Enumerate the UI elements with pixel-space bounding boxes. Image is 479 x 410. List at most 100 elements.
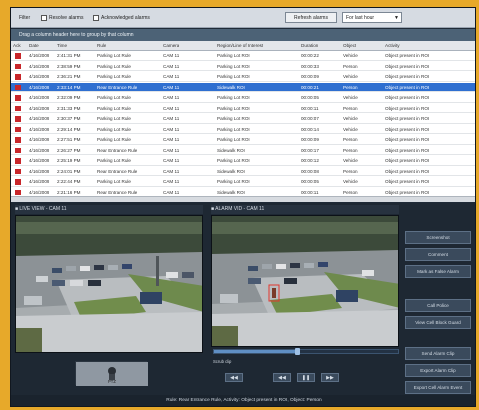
time-range-value: For last hour [346, 15, 375, 21]
mark-false-alarm-button[interactable]: Mark as False Alarm [405, 265, 471, 278]
table-cell: 4/16/2009 [29, 126, 50, 132]
checkbox-box[interactable] [41, 14, 47, 21]
table-cell: CAM 11 [163, 74, 180, 79]
camera-icon: ■ [15, 206, 19, 212]
table-cell: 4/16/2009 [29, 63, 50, 69]
table-row[interactable]: 4/16/2009 2:29:14 PM Parking Lot Rule CAM 1… [11, 125, 475, 134]
alarm-camera-feed[interactable] [211, 215, 399, 347]
table-cell: 00:00:05 [301, 179, 319, 184]
table-cell: Parking Lot Rule [97, 126, 131, 132]
screenshot-button[interactable]: Screenshot [405, 231, 471, 244]
comment-button[interactable]: Comment [405, 248, 471, 261]
table-cell: CAM 11 [163, 126, 180, 132]
step-back-button[interactable]: ◀◀ [273, 373, 291, 382]
table-row[interactable]: 4/16/2009 2:31:33 PM Parking Lot Rule CAM 1… [11, 104, 475, 113]
group-by-bar[interactable]: Drag a column header here to group by th… [11, 29, 475, 41]
table-row[interactable]: 4/16/2009 2:27:51 PM Parking Lot Rule CAM 1… [11, 135, 475, 145]
table-cell: 2:29:14 PM [57, 126, 81, 132]
table-cell: Vehicle [343, 53, 358, 58]
table-cell: 2:30:37 PM [57, 116, 81, 121]
alarm-flag-icon [15, 53, 21, 59]
send-alarm-clip-button[interactable]: Send Alarm Clip [405, 347, 471, 360]
column-header[interactable]: Date [29, 41, 39, 51]
table-cell: 00:00:21 [301, 84, 319, 90]
table-cell: CAM 11 [163, 137, 180, 142]
table-cell: 00:00:05 [301, 95, 319, 100]
alarm-clip-timeline[interactable] [213, 348, 399, 355]
table-cell: Object present in ROI [385, 105, 430, 111]
table-cell: 00:00:08 [301, 168, 319, 174]
table-row[interactable]: 4/16/2009 2:25:19 PM Parking Lot Rule CAM 1… [11, 156, 475, 166]
column-header[interactable]: Activity [385, 41, 400, 51]
view-guard-button[interactable]: View Cell Block Guard [405, 316, 471, 329]
timeline-scrubber[interactable] [294, 348, 300, 355]
table-cell: Object present in ROI [385, 168, 430, 174]
table-row[interactable]: 4/16/2009 2:33:14 PM Rear Entrance Rule CAM… [11, 82, 475, 92]
resolved-checkbox[interactable]: Resolve alarms [41, 14, 83, 22]
table-cell: 4/16/2009 [29, 158, 50, 163]
live-view-title: ■ LIVE VIEW - CAM 11 [15, 205, 203, 214]
export-alarm-clip-button[interactable]: Export Alarm Clip [405, 364, 471, 377]
live-camera-feed[interactable] [15, 215, 203, 353]
table-row[interactable]: 4/16/2009 2:36:21 PM Parking Lot Rule CAM 1… [11, 72, 475, 82]
table-cell: 00:00:11 [301, 105, 319, 111]
column-header[interactable]: Time [57, 41, 67, 51]
table-row[interactable]: 4/16/2009 2:24:01 PM Rear Entrance Rule CAM… [11, 167, 475, 176]
ptz-control[interactable]: PTZ [75, 361, 148, 386]
table-cell: 00:00:33 [301, 63, 319, 69]
table-cell: 2:38:59 PM [57, 63, 81, 69]
table-cell: Parking Lot Rule [97, 95, 131, 100]
column-header[interactable]: Object [343, 41, 356, 51]
column-header[interactable]: Camera [163, 41, 179, 51]
table-cell: Object present in ROI [385, 137, 430, 142]
acknowledged-checkbox[interactable]: Acknowledged alarms [93, 14, 150, 22]
alarm-flag-icon [15, 84, 21, 90]
table-cell: Object present in ROI [385, 63, 430, 69]
pause-button[interactable]: ❚❚ [297, 373, 315, 382]
column-header[interactable]: Ack [13, 41, 21, 51]
fast-forward-button[interactable]: ▶▶ [321, 373, 339, 382]
table-cell: Rear Entrance Rule [97, 84, 138, 90]
table-cell: CAM 11 [163, 84, 180, 90]
export-alarm-event-button[interactable]: Export Cell Alarm Event [405, 381, 471, 394]
alarm-flag-icon [15, 168, 21, 174]
alarm-flag-icon [15, 95, 21, 101]
table-row[interactable]: 4/16/2009 2:32:09 PM Parking Lot Rule CAM 1… [11, 93, 475, 103]
table-cell: 4/16/2009 [29, 105, 50, 111]
table-cell: 2:36:21 PM [57, 74, 81, 79]
table-row[interactable]: 4/16/2009 2:22:44 PM Parking Lot Rule CAM 1… [11, 177, 475, 187]
checkbox-box[interactable] [93, 14, 99, 21]
parking-lot-scene [16, 216, 202, 352]
column-header[interactable]: Duration [301, 41, 318, 51]
call-police-button[interactable]: Call Police [405, 299, 471, 312]
table-cell: Object present in ROI [385, 74, 430, 79]
table-cell: Rear Entrance Rule [97, 168, 138, 174]
table-cell: 2:33:14 PM [57, 84, 81, 90]
table-cell: 2:26:27 PM [57, 147, 81, 153]
table-cell: Parking Lot Rule [97, 116, 131, 121]
table-cell: Parking Lot Rule [97, 179, 131, 184]
table-cell: CAM 11 [163, 63, 180, 69]
table-cell: Sidewalk ROI [217, 147, 245, 153]
table-cell: Rear Entrance Rule [97, 147, 138, 153]
horizontal-scrollbar[interactable] [11, 196, 475, 202]
time-range-select[interactable]: For last hour ▼ [342, 12, 402, 23]
table-row[interactable]: 4/16/2009 2:30:37 PM Parking Lot Rule CAM 1… [11, 114, 475, 124]
table-cell: Parking Lot ROI [217, 63, 250, 69]
table-row[interactable]: 4/16/2009 2:26:27 PM Rear Entrance Rule CAM… [11, 146, 475, 155]
table-cell: Object present in ROI [385, 95, 430, 100]
refresh-alarms-button[interactable]: Refresh alarms [285, 12, 337, 23]
column-header[interactable]: Rule [97, 41, 106, 51]
table-cell: 2:22:44 PM [57, 179, 81, 184]
alarm-video-title-text: ALARM VID - CAM 11 [215, 206, 265, 212]
table-row[interactable]: 4/16/2009 2:41:31 PM Parking Lot Rule CAM 1… [11, 51, 475, 61]
table-cell: Parking Lot Rule [97, 74, 131, 79]
table-cell: Person [343, 84, 358, 90]
table-cell: 4/16/2009 [29, 84, 50, 90]
table-cell: CAM 11 [163, 116, 180, 121]
alarm-flag-icon [15, 105, 21, 111]
column-header[interactable]: Region/Line of Interest [217, 41, 263, 51]
table-cell: 2:27:51 PM [57, 137, 81, 142]
rewind-button[interactable]: ◀◀ [225, 373, 243, 382]
table-row[interactable]: 4/16/2009 2:38:59 PM Parking Lot Rule CAM 1… [11, 62, 475, 71]
